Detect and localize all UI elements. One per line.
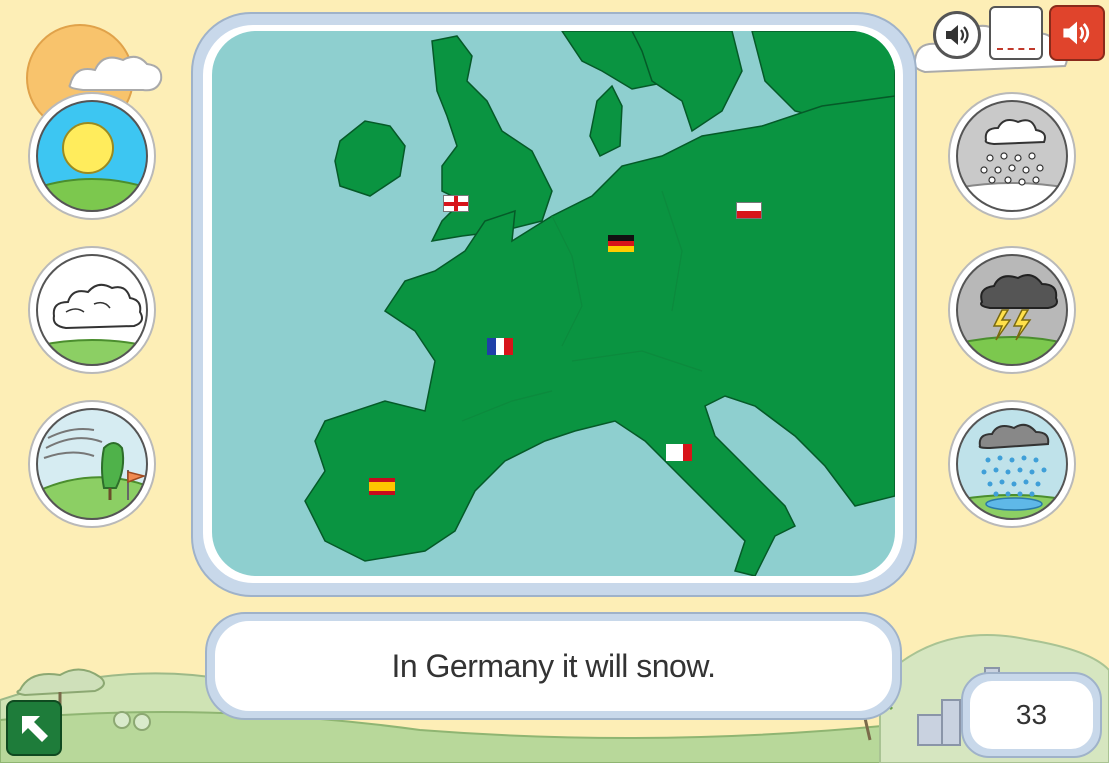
- flag-italy[interactable]: [666, 444, 692, 461]
- arrow-up-left-icon: [22, 716, 48, 742]
- flag-france[interactable]: [487, 338, 513, 355]
- wind-icon: [36, 408, 148, 520]
- flag-spain[interactable]: [369, 478, 395, 495]
- flag-germany[interactable]: [608, 235, 634, 252]
- snow-icon: [956, 100, 1068, 212]
- weather-windy-button[interactable]: [28, 400, 156, 528]
- weather-sunny-button[interactable]: [28, 92, 156, 220]
- sun-icon: [36, 100, 148, 212]
- blank-card-button[interactable]: [989, 6, 1043, 60]
- sentence-box: In Germany it will snow.: [215, 621, 892, 711]
- weather-rainy-button[interactable]: [948, 400, 1076, 528]
- flag-poland[interactable]: [736, 202, 762, 219]
- weather-cloudy-button[interactable]: [28, 246, 156, 374]
- counter-value: 33: [1015, 699, 1048, 730]
- sound-button[interactable]: [933, 11, 981, 59]
- weather-stormy-button[interactable]: [948, 246, 1076, 374]
- flag-england[interactable]: [443, 195, 469, 212]
- dashed-line: [997, 48, 1035, 50]
- counter-box: 33: [970, 681, 1093, 749]
- weather-snowy-button[interactable]: [948, 92, 1076, 220]
- europe-map: [212, 31, 895, 576]
- cloud-icon: [36, 254, 148, 366]
- back-button[interactable]: [6, 700, 62, 756]
- rain-icon: [956, 408, 1068, 520]
- thunderstorm-icon: [956, 254, 1068, 366]
- sentence-text: In Germany it will snow.: [391, 647, 716, 684]
- audio-toggle-button[interactable]: [1049, 5, 1105, 61]
- speaker-icon: [946, 25, 969, 45]
- speaker-icon: [1063, 21, 1090, 45]
